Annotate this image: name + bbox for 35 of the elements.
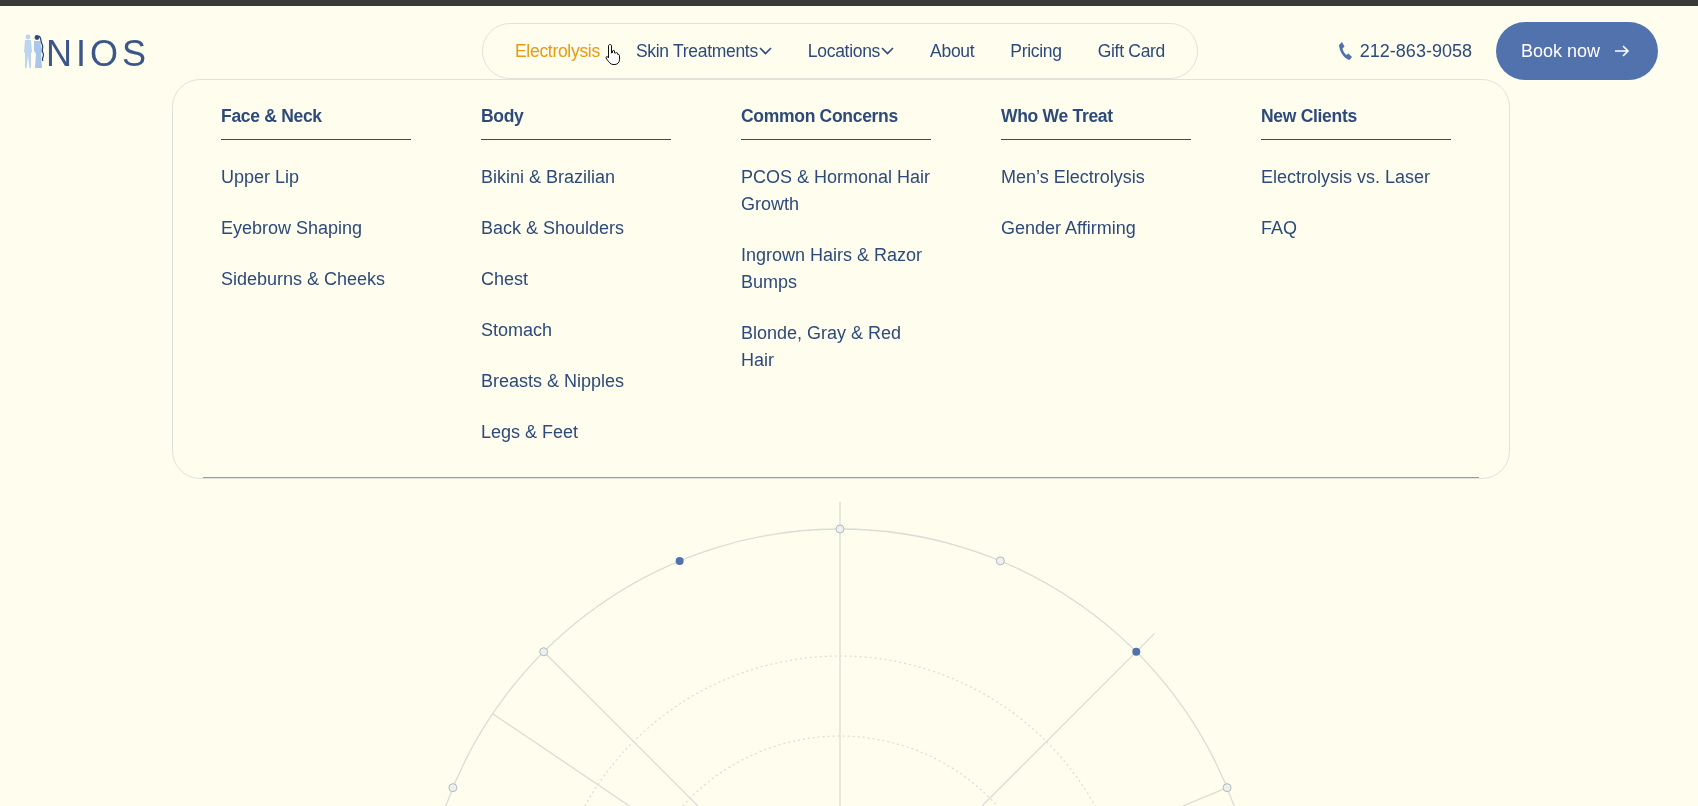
menu-link[interactable]: FAQ bbox=[1261, 215, 1451, 242]
menu-link[interactable]: Stomach bbox=[481, 317, 671, 344]
nav-link[interactable]: Locations bbox=[807, 40, 895, 62]
menu-link[interactable]: Blonde, Gray & Red Hair bbox=[741, 320, 931, 374]
menu-link[interactable]: Men’s Electrolysis bbox=[1001, 164, 1191, 191]
menu-link[interactable]: Bikini & Brazilian bbox=[481, 164, 671, 191]
menu-link[interactable]: Gender Affirming bbox=[1001, 215, 1191, 242]
menu-link[interactable]: Back & Shoulders bbox=[481, 215, 671, 242]
phone-icon bbox=[1337, 41, 1353, 61]
chevron-icon bbox=[881, 47, 895, 55]
menu-link[interactable]: Upper Lip bbox=[221, 164, 411, 191]
nav-link[interactable]: Gift Card bbox=[1097, 40, 1166, 62]
nav-link[interactable]: Pricing bbox=[1010, 40, 1062, 62]
column-heading: Who We Treat bbox=[1001, 106, 1191, 140]
menu-link[interactable]: Legs & Feet bbox=[481, 419, 671, 446]
menu-link[interactable]: Ingrown Hairs & Razor Bumps bbox=[741, 242, 931, 296]
nav-link[interactable]: About bbox=[930, 40, 975, 62]
chevron-icon bbox=[758, 47, 772, 55]
nav-link[interactable]: Skin Treatments bbox=[635, 40, 772, 62]
column-heading: Body bbox=[481, 106, 671, 140]
menu-link[interactable]: Eyebrow Shaping bbox=[221, 215, 411, 242]
arrow-right-icon bbox=[1614, 45, 1630, 57]
menu-link[interactable]: Electrolysis vs. Laser bbox=[1261, 164, 1451, 191]
logo-text[interactable]: NIOS bbox=[46, 38, 150, 69]
menu-link[interactable]: Breasts & Nipples bbox=[481, 368, 671, 395]
book-now-button[interactable]: Book now bbox=[1495, 22, 1658, 80]
column-heading: New Clients bbox=[1261, 106, 1451, 140]
phone-link[interactable]: 212-863-9058 bbox=[1337, 40, 1472, 62]
menu-link[interactable]: PCOS & Hormonal Hair Growth bbox=[741, 164, 931, 218]
menu-link[interactable]: Chest bbox=[481, 266, 671, 293]
menu-link[interactable]: Sideburns & Cheeks bbox=[221, 266, 411, 293]
column-heading: Common Concerns bbox=[741, 106, 931, 140]
figures-icon bbox=[22, 33, 44, 69]
column-heading: Face & Neck bbox=[221, 106, 411, 140]
hand-cursor-icon bbox=[605, 43, 621, 65]
